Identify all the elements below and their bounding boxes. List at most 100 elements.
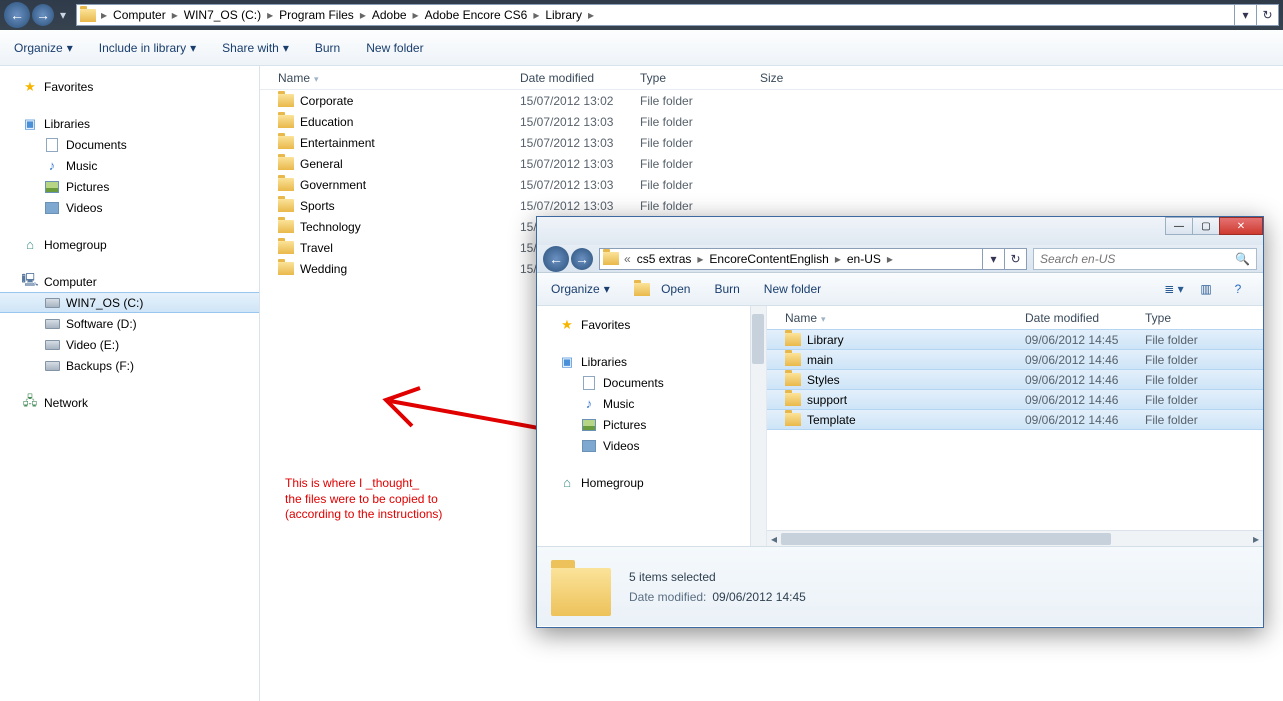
minimize-button[interactable]: — [1165,217,1193,235]
col-name[interactable]: Name▾ [260,71,520,85]
chevron-right-icon[interactable]: ▸ [99,8,109,22]
nav-music[interactable]: ♪Music [537,393,766,414]
nav-forward-button[interactable]: → [571,248,593,270]
nav-videos[interactable]: Videos [537,435,766,456]
breadcrumb-bar[interactable]: ▸ Computer▸ WIN7_OS (C:)▸ Program Files▸… [76,4,1235,26]
nav-libraries[interactable]: ▣Libraries [0,113,259,134]
folder-icon [77,5,99,25]
help-button[interactable]: ? [1227,279,1249,299]
drive-icon [44,295,60,311]
drive-icon [44,337,60,353]
breadcrumb-bar[interactable]: « cs5 extras▸ EncoreContentEnglish▸ en-U… [599,248,983,270]
horizontal-scrollbar[interactable]: ◂ ▸ [767,530,1263,546]
scroll-left-icon[interactable]: ◂ [767,531,781,547]
new-folder-button[interactable]: New folder [366,41,423,55]
col-date[interactable]: Date modified [1025,311,1145,325]
search-input[interactable] [1040,252,1235,266]
crumb-progfiles[interactable]: Program Files [275,5,358,25]
documents-icon [581,375,597,391]
close-button[interactable]: ✕ [1219,217,1263,235]
nav-pictures[interactable]: Pictures [537,414,766,435]
table-row[interactable]: Corporate15/07/2012 13:02File folder [260,90,1283,111]
nav-back-button[interactable]: ← [543,246,569,272]
crumb-cs5extras[interactable]: cs5 extras [633,249,696,269]
nav-favorites[interactable]: ★Favorites [0,76,259,97]
main-toolbar: Organize ▾ Include in library ▾ Share wi… [0,30,1283,66]
search-box[interactable]: 🔍 [1033,248,1257,270]
table-row[interactable]: Government15/07/2012 13:03File folder [260,174,1283,195]
secondary-address-bar: ← → « cs5 extras▸ EncoreContentEnglish▸ … [537,245,1263,273]
pictures-icon [581,417,597,433]
vertical-scrollbar[interactable] [750,306,766,546]
documents-icon [44,137,60,153]
drive-icon [44,316,60,332]
preview-pane-button[interactable]: ▥ [1195,279,1217,299]
col-name[interactable]: Name▾ [767,311,1025,325]
libraries-icon: ▣ [22,116,38,132]
burn-button[interactable]: Burn [714,282,739,296]
organize-menu[interactable]: Organize ▾ [14,41,73,55]
crumb-encorecontent[interactable]: EncoreContentEnglish [705,249,832,269]
chevron-left-icon[interactable]: « [622,252,633,266]
organize-menu[interactable]: Organize ▾ [551,282,610,296]
nav-pictures[interactable]: Pictures [0,176,259,197]
nav-drive-f[interactable]: Backups (F:) [0,355,259,376]
star-icon: ★ [559,317,575,333]
open-button[interactable]: Open [634,282,691,296]
nav-homegroup[interactable]: ⌂Homegroup [0,234,259,255]
folder-icon [785,413,801,426]
new-folder-button[interactable]: New folder [764,282,821,296]
crumb-encore[interactable]: Adobe Encore CS6 [421,5,532,25]
nav-homegroup[interactable]: ⌂Homegroup [537,472,766,493]
table-row-selected[interactable]: Library09/06/2012 14:45File folder [767,329,1263,350]
nav-favorites[interactable]: ★Favorites [537,314,766,335]
crumb-drive[interactable]: WIN7_OS (C:) [180,5,265,25]
window-titlebar[interactable]: — ▢ ✕ [537,217,1263,245]
folder-icon [785,333,801,346]
scroll-right-icon[interactable]: ▸ [1249,531,1263,547]
date-modified-value: 09/06/2012 14:45 [712,590,805,604]
table-row[interactable]: Education15/07/2012 13:03File folder [260,111,1283,132]
col-type[interactable]: Type [640,71,760,85]
view-options-button[interactable]: ≣ ▾ [1163,279,1185,299]
table-row[interactable]: General15/07/2012 13:03File folder [260,153,1283,174]
col-date[interactable]: Date modified [520,71,640,85]
address-dropdown[interactable]: ▾ [983,248,1005,270]
address-dropdown[interactable]: ▾ [1235,4,1257,26]
table-row[interactable]: Sports15/07/2012 13:03File folder [260,195,1283,216]
secondary-toolbar: Organize ▾ Open Burn New folder ≣ ▾ ▥ ? [537,273,1263,306]
nav-back-button[interactable]: ← [4,2,30,28]
crumb-computer[interactable]: Computer [109,5,170,25]
table-row-selected[interactable]: main09/06/2012 14:46File folder [767,349,1263,370]
refresh-button[interactable]: ↻ [1005,248,1027,270]
nav-computer[interactable]: 🖳Computer [0,271,259,292]
nav-drive-c[interactable]: WIN7_OS (C:) [0,292,259,313]
nav-music[interactable]: ♪Music [0,155,259,176]
crumb-adobe[interactable]: Adobe [368,5,411,25]
nav-documents[interactable]: Documents [537,372,766,393]
col-size[interactable]: Size [760,71,840,85]
col-type[interactable]: Type [1145,311,1235,325]
nav-libraries[interactable]: ▣Libraries [537,351,766,372]
date-modified-label: Date modified: [629,590,706,604]
burn-button[interactable]: Burn [315,41,340,55]
table-row-selected[interactable]: support09/06/2012 14:46File folder [767,389,1263,410]
nav-forward-button[interactable]: → [32,4,54,26]
crumb-library[interactable]: Library [541,5,586,25]
nav-drive-d[interactable]: Software (D:) [0,313,259,334]
nav-history-dropdown[interactable]: ▾ [56,8,70,22]
crumb-enus[interactable]: en-US [843,249,885,269]
folder-icon [278,136,294,149]
nav-drive-e[interactable]: Video (E:) [0,334,259,355]
folder-icon [785,393,801,406]
table-row-selected[interactable]: Template09/06/2012 14:46File folder [767,409,1263,430]
nav-network[interactable]: 🖧Network [0,392,259,413]
table-row-selected[interactable]: Styles09/06/2012 14:46File folder [767,369,1263,390]
refresh-button[interactable]: ↻ [1257,4,1279,26]
maximize-button[interactable]: ▢ [1192,217,1220,235]
table-row[interactable]: Entertainment15/07/2012 13:03File folder [260,132,1283,153]
nav-videos[interactable]: Videos [0,197,259,218]
nav-documents[interactable]: Documents [0,134,259,155]
include-in-library-menu[interactable]: Include in library ▾ [99,41,196,55]
share-with-menu[interactable]: Share with ▾ [222,41,289,55]
